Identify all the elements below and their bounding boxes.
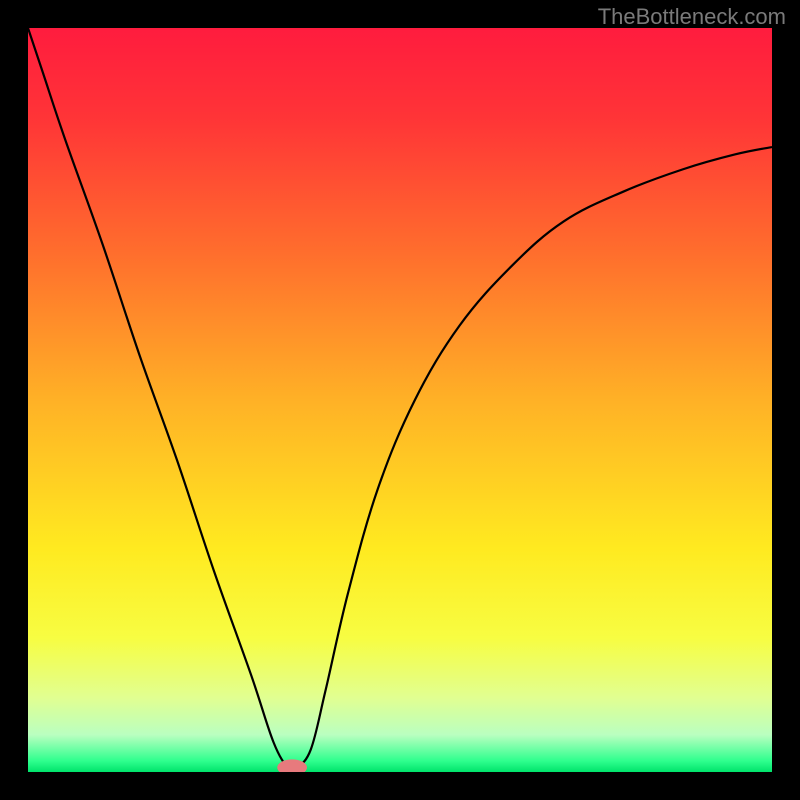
bottom-black-band xyxy=(0,772,800,800)
plot-area xyxy=(28,28,772,772)
chart-background xyxy=(28,28,772,772)
watermark: TheBottleneck.com xyxy=(598,4,786,30)
chart-svg xyxy=(28,28,772,772)
